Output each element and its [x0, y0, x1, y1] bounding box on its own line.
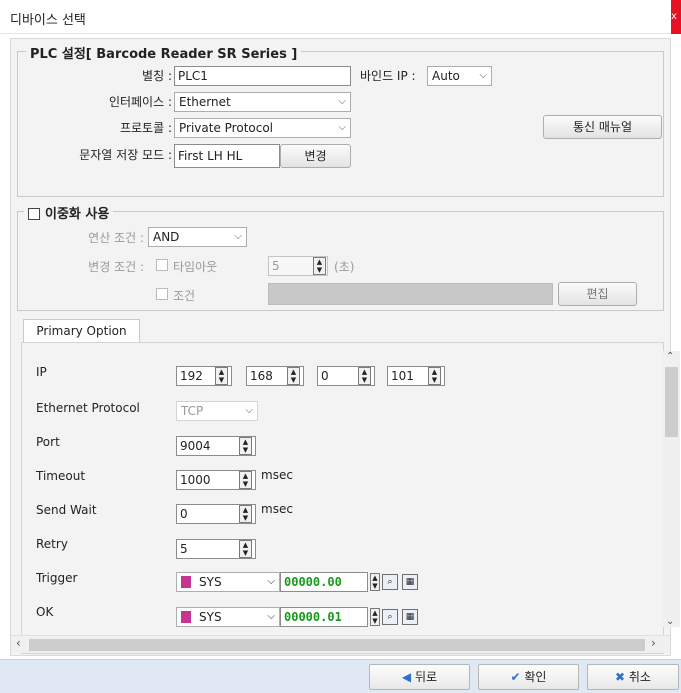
device-type-icon [181, 611, 191, 623]
protocol-value: Private Protocol [179, 121, 274, 135]
eth-protocol-label: Ethernet Protocol [36, 401, 140, 415]
op-condition-value: AND [153, 230, 180, 244]
spinner-icon[interactable]: ▲ ▼ [239, 471, 252, 489]
interface-select[interactable]: Ethernet ⌵ [174, 92, 351, 112]
spinner-icon[interactable]: ▲ ▼ [313, 257, 326, 275]
condition-field [268, 283, 553, 305]
cancel-x-icon: ✖ [615, 670, 626, 684]
cancel-label: 취소 [628, 670, 651, 684]
chevron-down-icon: ⌵ [234, 231, 242, 242]
horizontal-scrollbar[interactable]: ‹ › [11, 635, 670, 653]
spinner-icon[interactable]: ▲ ▼ [239, 505, 252, 523]
spinner-icon[interactable]: ▲ ▼ [370, 608, 380, 626]
back-button[interactable]: ◀ 뒤로 [369, 664, 470, 690]
ok-label: OK [36, 605, 54, 619]
vertical-scrollbar[interactable]: ⌃ ⌄ [663, 351, 680, 627]
timeout-label: Timeout [36, 469, 86, 483]
ok-address-input[interactable]: 00000.01 [280, 607, 368, 627]
retry-label: Retry [36, 537, 68, 551]
spinner-icon[interactable]: ▲ ▼ [239, 540, 252, 558]
close-button[interactable]: x [671, 0, 681, 34]
dialog-body: PLC 설정[ Barcode Reader SR Series ] 별칭 : … [10, 38, 680, 656]
scroll-thumb[interactable] [665, 367, 678, 437]
bind-ip-label: 바인드 IP : [360, 69, 416, 83]
back-arrow-icon: ◀ [401, 670, 412, 684]
bind-ip-value: Auto [432, 69, 460, 83]
spinner-icon[interactable]: ▲ ▼ [239, 437, 252, 455]
keypad-icon[interactable]: ▦ [402, 609, 418, 625]
ip-label: IP [36, 365, 47, 379]
chevron-down-icon: ⌵ [479, 70, 487, 81]
trigger-device-select[interactable]: SYS ⌵ [176, 572, 280, 592]
ok-button[interactable]: ✔ 확인 [478, 664, 579, 690]
chevron-down-icon: ⌵ [338, 96, 346, 107]
device-search-icon[interactable]: ⌕ [382, 609, 398, 625]
change-button[interactable]: 변경 [280, 144, 351, 168]
chevron-down-icon: ⌵ [338, 122, 346, 133]
condition-check-label: 조건 [173, 289, 196, 303]
port-label: Port [36, 435, 60, 449]
title-bar: 디바이스 선택 x [0, 0, 681, 34]
protocol-select[interactable]: Private Protocol ⌵ [174, 118, 351, 138]
back-label: 뒤로 [414, 670, 438, 684]
chevron-down-icon: ⌵ [267, 576, 275, 587]
comm-manual-button[interactable]: 통신 매뉴얼 [543, 115, 662, 139]
interface-value: Ethernet [179, 95, 231, 109]
trigger-address-input[interactable]: 00000.00 [280, 572, 368, 592]
timeout-checkbox[interactable] [156, 259, 168, 271]
chevron-down-icon: ⌵ [245, 405, 253, 416]
string-mode-label: 문자열 저장 모드 : [79, 148, 172, 162]
trigger-device-value: SYS [199, 575, 222, 589]
plc-settings-group: PLC 설정[ Barcode Reader SR Series ] 별칭 : … [17, 43, 664, 197]
spinner-icon[interactable]: ▲ ▼ [358, 367, 371, 385]
interface-label: 인터페이스 : [108, 95, 172, 109]
check-icon: ✔ [510, 670, 521, 684]
trigger-label: Trigger [36, 571, 78, 585]
redundancy-checkbox[interactable] [28, 208, 40, 220]
redundancy-label: 이중화 사용 [45, 207, 110, 222]
primary-option-panel: IP 192 ▲ ▼ 168 ▲ ▼ 0 ▲ ▼ 101 ▲ ▼ Ethernet Pr… [21, 342, 664, 654]
tab-primary-option[interactable]: Primary Option [23, 319, 140, 343]
eth-protocol-select[interactable]: TCP ⌵ [176, 401, 258, 421]
footer-bar: ◀ 뒤로 ✔ 확인 ✖ 취소 [0, 659, 681, 693]
ok-device-select[interactable]: SYS ⌵ [176, 607, 280, 627]
scroll-thumb[interactable] [29, 639, 645, 651]
spinner-icon[interactable]: ▲ ▼ [215, 367, 228, 385]
send-wait-label: Send Wait [36, 503, 97, 517]
device-search-icon[interactable]: ⌕ [382, 574, 398, 590]
timeout-unit: (초) [334, 260, 355, 274]
condition-checkbox[interactable] [156, 288, 168, 300]
scroll-left-icon[interactable]: ‹ [16, 636, 21, 650]
alias-label: 별칭 : [142, 69, 172, 83]
ok-label: 확인 [524, 670, 547, 684]
edit-button[interactable]: 편집 [558, 282, 637, 306]
redundancy-group: 이중화 사용 연산 조건 : AND ⌵ 변경 조건 : 타임아웃 5 ▲ ▼ (… [17, 203, 664, 311]
spinner-icon[interactable]: ▲ ▼ [370, 573, 380, 591]
window-title: 디바이스 선택 [10, 13, 86, 28]
send-wait-unit: msec [261, 502, 293, 516]
string-mode-field: First LH HL [174, 144, 280, 168]
close-icon[interactable]: x [671, 11, 677, 22]
scroll-down-icon[interactable]: ⌄ [666, 616, 674, 627]
spinner-icon[interactable]: ▲ ▼ [428, 367, 441, 385]
redundancy-legend[interactable]: 이중화 사용 [24, 203, 114, 222]
ok-device-value: SYS [199, 610, 222, 624]
scroll-right-icon[interactable]: › [651, 636, 656, 650]
op-condition-label: 연산 조건 : [88, 231, 144, 245]
bind-ip-select[interactable]: Auto ⌵ [427, 66, 492, 86]
cancel-button[interactable]: ✖ 취소 [587, 664, 679, 690]
timeout-unit: msec [261, 468, 293, 482]
protocol-label: 프로토콜 : [119, 121, 172, 135]
keypad-icon[interactable]: ▦ [402, 574, 418, 590]
spinner-icon[interactable]: ▲ ▼ [287, 367, 300, 385]
chevron-down-icon: ⌵ [267, 611, 275, 622]
scroll-up-icon[interactable]: ⌃ [666, 351, 674, 362]
device-type-icon [181, 576, 191, 588]
alias-input[interactable]: PLC1 [174, 66, 351, 86]
op-condition-select[interactable]: AND ⌵ [148, 227, 247, 247]
eth-protocol-value: TCP [181, 404, 204, 418]
timeout-check-label: 타임아웃 [173, 260, 218, 274]
plc-settings-legend: PLC 설정[ Barcode Reader SR Series ] [26, 43, 302, 62]
change-condition-label: 변경 조건 : [88, 260, 144, 274]
